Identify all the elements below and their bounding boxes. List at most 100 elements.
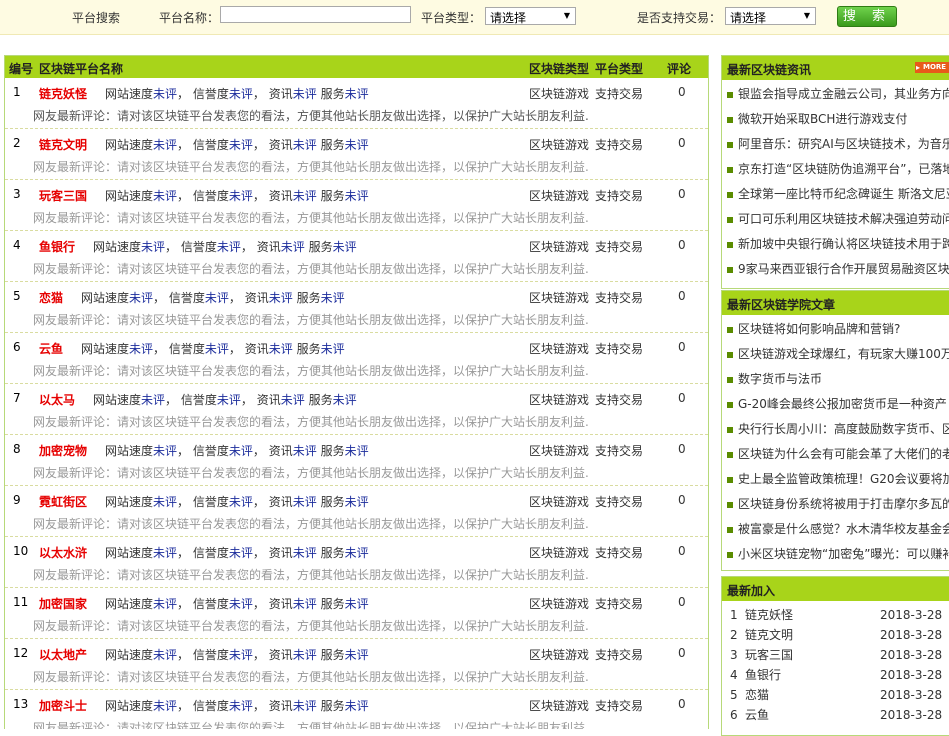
latest-item[interactable]: 5 恋猫 2018-3-28 (722, 685, 949, 705)
rating-value[interactable]: 未评 (345, 189, 369, 203)
rating-value[interactable]: 未评 (129, 291, 153, 305)
rating-value[interactable]: 未评 (321, 291, 345, 305)
article-link[interactable]: 小米区块链宠物“加密兔”曝光：可以赚补 (722, 542, 949, 567)
article-link[interactable]: 微软开始采取BCH进行游戏支付 (722, 107, 949, 132)
rating-value[interactable]: 未评 (293, 648, 317, 662)
platform-name-link[interactable]: 以太地产 (39, 646, 87, 663)
latest-name[interactable]: 云鱼 (745, 705, 769, 725)
rating-value[interactable]: 未评 (229, 138, 253, 152)
platform-name-link[interactable]: 加密宠物 (39, 442, 87, 459)
rating-value[interactable]: 未评 (229, 444, 253, 458)
rating-value[interactable]: 未评 (345, 495, 369, 509)
latest-item[interactable]: 3 玩客三国 2018-3-28 (722, 645, 949, 665)
rating-value[interactable]: 未评 (333, 240, 357, 254)
rating-value[interactable]: 未评 (141, 240, 165, 254)
rating-value[interactable]: 未评 (217, 240, 241, 254)
rating-value[interactable]: 未评 (229, 495, 253, 509)
rating-value[interactable]: 未评 (205, 342, 229, 356)
rating-value[interactable]: 未评 (153, 189, 177, 203)
rating-value[interactable]: 未评 (269, 291, 293, 305)
rating-value[interactable]: 未评 (345, 699, 369, 713)
rating-value[interactable]: 未评 (293, 597, 317, 611)
rating-value[interactable]: 未评 (293, 699, 317, 713)
article-link[interactable]: 阿里音乐：研究AI与区块链技术，为音乐 (722, 132, 949, 157)
rating-value[interactable]: 未评 (153, 138, 177, 152)
rating-value[interactable]: 未评 (321, 342, 345, 356)
article-link[interactable]: 新加坡中央银行确认将区块链技术用于跨 (722, 232, 949, 257)
platform-name-link[interactable]: 链克妖怪 (39, 85, 87, 102)
article-link[interactable]: 区块链游戏全球爆红，有玩家大赚100万 (722, 342, 949, 367)
rating-value[interactable]: 未评 (153, 648, 177, 662)
platform-name-link[interactable]: 以太马 (39, 391, 75, 408)
rating-value[interactable]: 未评 (345, 597, 369, 611)
article-link[interactable]: 区块链将如何影响品牌和营销? (722, 317, 949, 342)
platform-name-link[interactable]: 以太水浒 (39, 544, 87, 561)
rating-value[interactable]: 未评 (293, 87, 317, 101)
article-link[interactable]: G-20峰会最终公报加密货币是一种资产 (722, 392, 949, 417)
platform-name-link[interactable]: 霓虹街区 (39, 493, 87, 510)
platform-name-input[interactable] (220, 6, 411, 23)
platform-name-link[interactable]: 加密斗士 (39, 697, 87, 714)
latest-item[interactable]: 2 链克文明 2018-3-28 (722, 625, 949, 645)
rating-value[interactable]: 未评 (345, 648, 369, 662)
rating-value[interactable]: 未评 (229, 597, 253, 611)
rating-value[interactable]: 未评 (293, 495, 317, 509)
platform-name-link[interactable]: 恋猫 (39, 289, 63, 306)
rating-value[interactable]: 未评 (229, 546, 253, 560)
article-link[interactable]: 区块链为什么会有可能会革了大佬们的老 (722, 442, 949, 467)
article-link[interactable]: 被富豪是什么感觉？水木清华校友基金会 (722, 517, 949, 542)
more-link[interactable]: MORE (915, 62, 949, 73)
rating-value[interactable]: 未评 (229, 189, 253, 203)
rating-value[interactable]: 未评 (153, 597, 177, 611)
rating-value[interactable]: 未评 (345, 138, 369, 152)
rating-value[interactable]: 未评 (293, 546, 317, 560)
rating-value[interactable]: 未评 (129, 342, 153, 356)
rating-value[interactable]: 未评 (293, 138, 317, 152)
rating-value[interactable]: 未评 (153, 546, 177, 560)
latest-item[interactable]: 1 链克妖怪 2018-3-28 (722, 605, 949, 625)
rating-value[interactable]: 未评 (333, 393, 357, 407)
latest-name[interactable]: 鱼银行 (745, 665, 781, 685)
platform-type-select[interactable]: 请选择 ▼ (485, 7, 576, 25)
latest-name[interactable]: 恋猫 (745, 685, 769, 705)
rating-value[interactable]: 未评 (293, 189, 317, 203)
article-link[interactable]: 可口可乐利用区块链技术解决强迫劳动问 (722, 207, 949, 232)
trade-support-select[interactable]: 请选择 ▼ (725, 7, 816, 25)
rating-value[interactable]: 未评 (281, 240, 305, 254)
article-link[interactable]: 银监会指导成立金融云公司，其业务方向 (722, 82, 949, 107)
rating-value[interactable]: 未评 (153, 87, 177, 101)
rating-value[interactable]: 未评 (153, 444, 177, 458)
latest-name[interactable]: 链克妖怪 (745, 605, 793, 625)
article-link[interactable]: 数字货币与法币 (722, 367, 949, 392)
rating-value[interactable]: 未评 (217, 393, 241, 407)
rating-value[interactable]: 未评 (141, 393, 165, 407)
article-link[interactable]: 京东打造“区块链防伪追溯平台”，已落地 (722, 157, 949, 182)
rating-value[interactable]: 未评 (281, 393, 305, 407)
latest-name[interactable]: 链克文明 (745, 625, 793, 645)
article-link[interactable]: 史上最全监管政策梳理！G20会议要将加 (722, 467, 949, 492)
rating-value[interactable]: 未评 (229, 648, 253, 662)
platform-name-link[interactable]: 链克文明 (39, 136, 87, 153)
article-link[interactable]: 全球第一座比特币纪念碑诞生 斯洛文尼亚 (722, 182, 949, 207)
rating-value[interactable]: 未评 (345, 87, 369, 101)
latest-item[interactable]: 6 云鱼 2018-3-28 (722, 705, 949, 725)
rating-value[interactable]: 未评 (153, 495, 177, 509)
platform-name-link[interactable]: 云鱼 (39, 340, 63, 357)
rating-value[interactable]: 未评 (345, 546, 369, 560)
latest-name[interactable]: 玩客三国 (745, 645, 793, 665)
rating-value[interactable]: 未评 (229, 699, 253, 713)
platform-name-link[interactable]: 鱼银行 (39, 238, 75, 255)
article-link[interactable]: 区块链身份系统将被用于打击摩尔多瓦的 (722, 492, 949, 517)
rating-value[interactable]: 未评 (269, 342, 293, 356)
latest-item[interactable]: 4 鱼银行 2018-3-28 (722, 665, 949, 685)
rating-value[interactable]: 未评 (205, 291, 229, 305)
rating-value[interactable]: 未评 (345, 444, 369, 458)
platform-name-link[interactable]: 玩客三国 (39, 187, 87, 204)
rating-value[interactable]: 未评 (229, 87, 253, 101)
rating-value[interactable]: 未评 (153, 699, 177, 713)
rating-value[interactable]: 未评 (293, 444, 317, 458)
article-link[interactable]: 9家马来西亚银行合作开展贸易融资区块 (722, 257, 949, 282)
article-link[interactable]: 央行行长周小川：高度鼓励数字货币、区 (722, 417, 949, 442)
search-button[interactable]: 搜 索 (837, 6, 897, 27)
platform-name-link[interactable]: 加密国家 (39, 595, 87, 612)
